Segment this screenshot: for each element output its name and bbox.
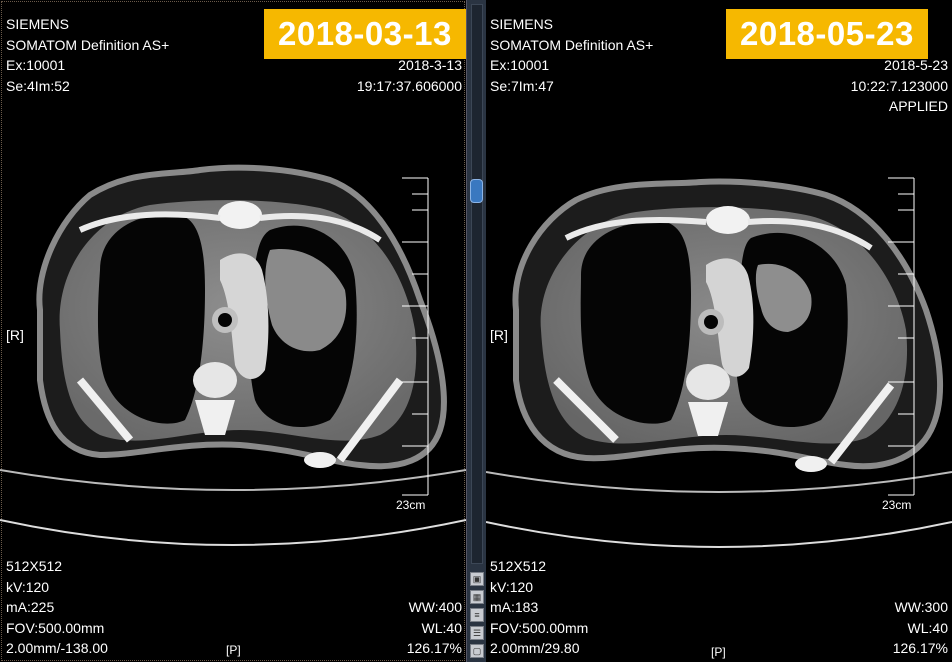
kv-label: kV:120: [490, 579, 534, 595]
window-width: WW:300: [894, 599, 948, 615]
window-level: WL:40: [421, 620, 462, 636]
applied-label: APPLIED: [888, 98, 948, 114]
orientation-right-marker: [R]: [6, 327, 24, 343]
grid-icon[interactable]: ▦: [470, 590, 484, 604]
orientation-posterior-marker: [P]: [226, 643, 241, 657]
study-time: 10:22:7.123000: [850, 78, 948, 94]
manufacturer-label: SIEMENS: [490, 16, 554, 32]
series-image-label: Se:4Im:52: [6, 78, 70, 94]
viewport-left[interactable]: SIEMENS SOMATOM Definition AS+ Ex:10001 …: [0, 0, 466, 662]
slice-label: 2.00mm/29.80: [490, 640, 580, 656]
viewport-divider: ▣ ▦ ≡ ☰ ▢: [466, 0, 488, 662]
model-label: SOMATOM Definition AS+: [6, 37, 170, 53]
model-label: SOMATOM Definition AS+: [490, 37, 654, 53]
window-width: WW:400: [408, 599, 462, 615]
orientation-right-marker: [R]: [490, 327, 508, 343]
study-time: 19:17:37.606000: [356, 78, 462, 94]
fov-label: FOV:500.00mm: [490, 620, 589, 636]
ma-label: mA:225: [6, 599, 55, 615]
vertical-scrollbar[interactable]: [471, 4, 483, 564]
scroll-thumb[interactable]: [470, 179, 483, 203]
layout-icon[interactable]: ▣: [470, 572, 484, 586]
study-date: 2018-5-23: [884, 57, 948, 73]
series-image-label: Se:7Im:47: [490, 78, 554, 94]
fov-label: FOV:500.00mm: [6, 620, 105, 636]
exam-label: Ex:10001: [6, 57, 66, 73]
viewport-right[interactable]: SIEMENS SOMATOM Definition AS+ Ex:10001 …: [486, 0, 952, 662]
orientation-posterior-marker: [P]: [711, 645, 726, 659]
zoom-level: 126.17%: [406, 640, 462, 656]
menu-icon[interactable]: ☰: [470, 626, 484, 640]
kv-label: kV:120: [6, 579, 50, 595]
date-badge: 2018-03-13: [264, 9, 466, 59]
scale-label: 23cm: [882, 498, 912, 512]
matrix-label: 512X512: [490, 558, 547, 574]
list-icon[interactable]: ≡: [470, 608, 484, 622]
date-badge: 2018-05-23: [726, 9, 928, 59]
manufacturer-label: SIEMENS: [6, 16, 70, 32]
slice-label: 2.00mm/-138.00: [6, 640, 108, 656]
matrix-label: 512X512: [6, 558, 63, 574]
exam-label: Ex:10001: [490, 57, 550, 73]
scale-label: 23cm: [396, 498, 426, 512]
study-date: 2018-3-13: [398, 57, 462, 73]
ma-label: mA:183: [490, 599, 539, 615]
zoom-level: 126.17%: [892, 640, 948, 656]
window-level: WL:40: [907, 620, 948, 636]
window-icon[interactable]: ▢: [470, 644, 484, 658]
